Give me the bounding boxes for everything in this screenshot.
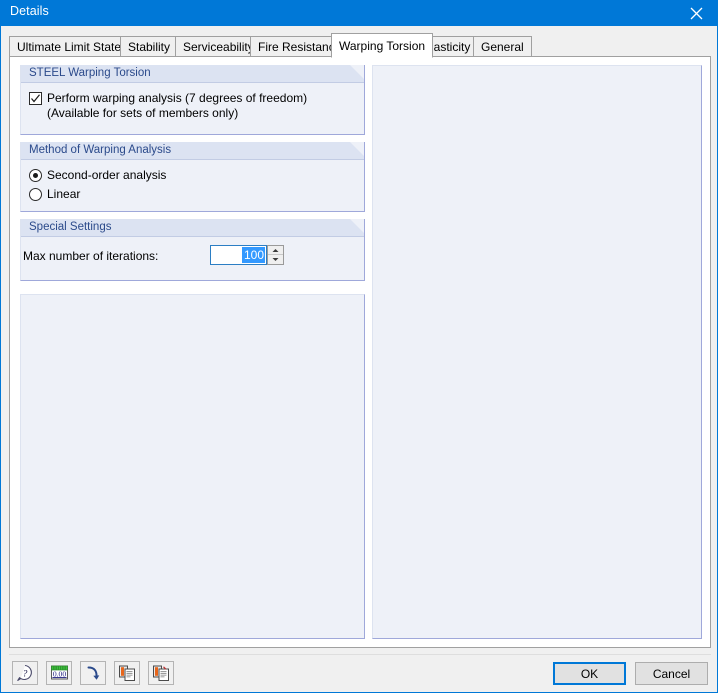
tab-serviceability[interactable]: Serviceability (175, 36, 262, 57)
radio-linear[interactable] (29, 187, 42, 201)
tab-label: Serviceability (183, 39, 254, 54)
max-iterations-value: 100 (241, 247, 265, 263)
tab-label: Stability (128, 39, 171, 54)
tab-label: General (481, 39, 524, 54)
checkmark-icon (31, 94, 40, 103)
right-empty-panel (372, 65, 702, 639)
chevron-up-icon (272, 248, 279, 252)
max-iterations-input[interactable]: 100 (210, 245, 267, 265)
tab-stability[interactable]: Stability (120, 36, 179, 57)
copy-settings-icon (119, 665, 135, 681)
tab-label: Ultimate Limit State (17, 39, 122, 54)
close-button[interactable] (673, 0, 718, 26)
group-steel-warping-torsion: STEEL Warping Torsion Perform warping an… (20, 65, 365, 135)
footer-separator (9, 654, 711, 655)
paste-settings-button[interactable] (148, 661, 174, 685)
tab-label: Fire Resistance (258, 39, 342, 54)
ok-button-label: OK (580, 666, 599, 681)
spinner-up-button[interactable] (268, 246, 283, 255)
details-dialog: Details Ultimate Limit State Stability S… (0, 0, 718, 693)
cancel-button[interactable]: Cancel (635, 662, 708, 685)
spinner-down-button[interactable] (268, 255, 283, 264)
svg-text:?: ? (23, 669, 28, 679)
tab-general[interactable]: General (473, 36, 532, 57)
title-bar: Details (1, 0, 718, 26)
perform-warping-analysis-checkbox-row[interactable]: Perform warping analysis (7 degrees of f… (29, 91, 307, 121)
number-format-icon: 0.00 (50, 665, 68, 680)
radio-second-order-analysis-label: Second-order analysis (47, 168, 167, 182)
undo-arrow-icon (87, 666, 100, 680)
units-decimal-places-button[interactable]: 0.00 (46, 661, 72, 685)
restore-defaults-button[interactable] (80, 661, 106, 685)
group-method-of-warping-analysis: Method of Warping Analysis Second-order … (20, 142, 365, 212)
tab-warping-torsion[interactable]: Warping Torsion (331, 33, 434, 58)
help-icon: ? (17, 664, 32, 681)
close-icon (690, 7, 702, 19)
max-iterations-label: Max number of iterations: (23, 249, 159, 263)
ok-button[interactable]: OK (553, 662, 626, 685)
radio-second-order-analysis-row[interactable]: Second-order analysis (29, 168, 166, 182)
radio-linear-label: Linear (47, 187, 81, 201)
perform-warping-analysis-label: Perform warping analysis (7 degrees of f… (47, 91, 307, 121)
tab-strip: Ultimate Limit State Stability Serviceab… (9, 33, 711, 58)
chevron-down-icon (272, 258, 279, 261)
group-title: Method of Warping Analysis (29, 144, 172, 156)
tab-label: Warping Torsion (339, 38, 426, 53)
paste-settings-icon (153, 665, 169, 681)
checkbox-label-line1: Perform warping analysis (7 degrees of f… (47, 91, 308, 105)
left-empty-panel (20, 294, 365, 639)
radio-linear-row[interactable]: Linear (29, 187, 80, 201)
tab-ultimate-limit-state[interactable]: Ultimate Limit State (9, 36, 130, 57)
checkbox-label-line2: (Available for sets of members only) (47, 106, 239, 120)
perform-warping-analysis-checkbox[interactable] (29, 92, 42, 105)
group-title: Special Settings (29, 221, 112, 233)
copy-settings-button[interactable] (114, 661, 140, 685)
group-title: STEEL Warping Torsion (29, 67, 151, 79)
radio-second-order-analysis[interactable] (29, 168, 42, 182)
window-title: Details (10, 4, 49, 18)
max-iterations-spinner[interactable] (267, 245, 284, 265)
tab-page-warping-torsion: STEEL Warping Torsion Perform warping an… (9, 56, 711, 648)
cancel-button-label: Cancel (652, 666, 691, 681)
help-button[interactable]: ? (12, 661, 38, 685)
